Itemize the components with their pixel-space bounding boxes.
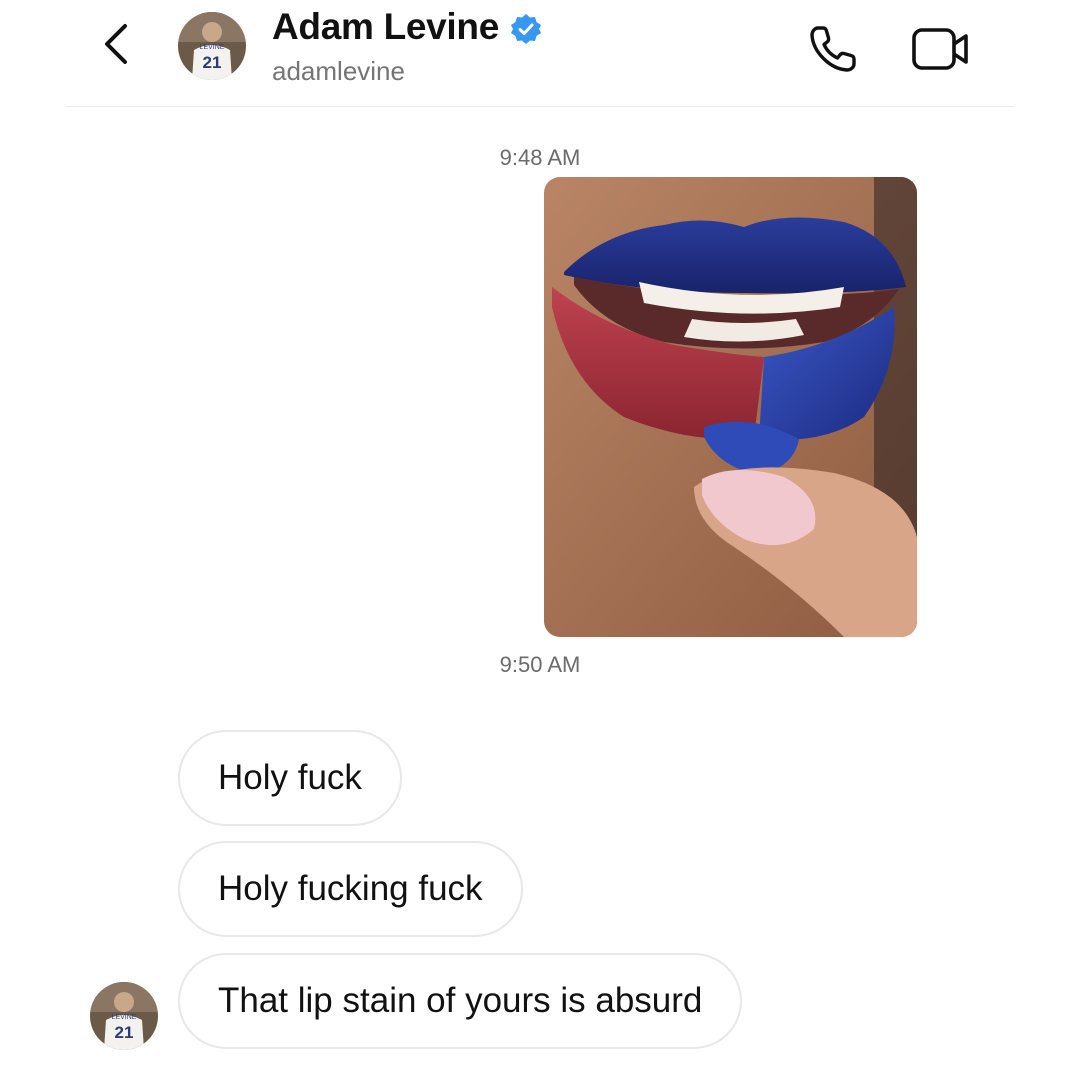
avatar-photo: LEVINE 21: [178, 12, 246, 80]
audio-call-button[interactable]: [806, 22, 860, 76]
message-timestamp: 9:48 AM: [499, 145, 581, 170]
photo-message[interactable]: [544, 177, 917, 637]
video-camera-icon: [912, 28, 968, 70]
jersey-name: LEVINE: [200, 44, 225, 51]
jersey-number: 21: [203, 53, 222, 72]
video-call-button[interactable]: [910, 24, 972, 74]
jersey-number: 21: [115, 1023, 134, 1042]
lip-photo: [544, 177, 917, 637]
verified-badge-icon: [510, 13, 542, 45]
avatar-photo: LEVINE 21: [90, 982, 158, 1050]
contact-name[interactable]: Adam Levine: [272, 6, 499, 48]
phone-icon: [810, 26, 856, 72]
message-timestamp: 9:50 AM: [499, 652, 581, 677]
received-message-bubble[interactable]: Holy fuck: [178, 730, 402, 826]
jersey-name: LEVINE: [112, 1014, 137, 1021]
contact-username: adamlevine: [272, 56, 405, 86]
profile-avatar[interactable]: LEVINE 21: [178, 12, 246, 80]
sender-avatar[interactable]: LEVINE 21: [90, 982, 158, 1050]
dm-thread-screen: LEVINE 21 Adam Levine adamlevine 9:48 AM: [0, 0, 1080, 1080]
back-button[interactable]: [92, 20, 140, 68]
chevron-left-icon: [105, 24, 127, 64]
received-message-bubble[interactable]: That lip stain of yours is absurd: [178, 953, 743, 1049]
received-message-bubble[interactable]: Holy fucking fuck: [178, 841, 523, 937]
